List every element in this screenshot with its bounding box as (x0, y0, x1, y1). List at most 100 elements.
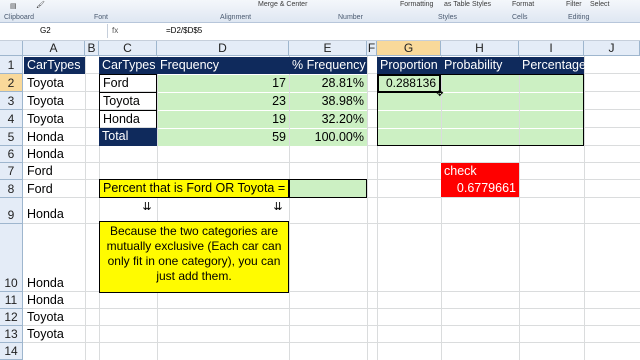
prob-cell[interactable] (378, 129, 441, 146)
prob-cell[interactable] (378, 111, 441, 128)
prob-cell[interactable] (378, 93, 441, 110)
col-header-i[interactable]: I (519, 41, 584, 56)
col-header-g[interactable]: G (377, 41, 441, 56)
row-header[interactable]: 2 (0, 74, 23, 92)
group-number: Number (338, 14, 363, 21)
row-header[interactable]: 3 (0, 92, 23, 110)
cell-a[interactable]: Toyota (24, 326, 85, 343)
gridline (23, 325, 640, 326)
conditional-formatting-button[interactable]: Formatting (400, 1, 433, 8)
explanation-note: Because the two categories are mutually … (99, 221, 289, 293)
prob-cell[interactable] (520, 75, 584, 92)
row-header[interactable]: 8 (0, 180, 23, 198)
group-alignment: Alignment (220, 14, 252, 21)
gridline (584, 56, 585, 360)
freq-total-count[interactable]: 59 (158, 129, 289, 146)
freq-total-label[interactable]: Total (99, 128, 157, 146)
format-as-table-button[interactable]: as Table (444, 1, 470, 8)
gridline (23, 342, 640, 343)
cell-a[interactable]: Toyota (24, 75, 85, 92)
row-header[interactable]: 13 (0, 326, 23, 343)
check-value[interactable]: 0.6779661 (441, 180, 519, 197)
cursor-icon: ✥ (436, 88, 444, 98)
prob-header-probability[interactable]: Probability (441, 57, 519, 74)
cell-a[interactable]: Toyota (24, 93, 85, 110)
cell-a[interactable]: Ford (24, 163, 85, 180)
group-font: Font (94, 14, 109, 21)
col-header-h[interactable]: H (441, 41, 519, 56)
prob-cell[interactable] (520, 129, 584, 146)
freq-header-pct[interactable]: % Frequency (289, 57, 367, 74)
row-header[interactable]: 9 (0, 198, 23, 224)
group-clipboard: Clipboard (4, 14, 34, 21)
row-header[interactable]: 12 (0, 309, 23, 326)
down-arrow-icon: ⇊ (142, 201, 152, 213)
clipboard-icon[interactable]: ▤ (10, 2, 17, 10)
question-cell[interactable]: Percent that is Ford OR Toyota = (99, 179, 289, 198)
format-button[interactable]: Format (512, 1, 534, 8)
row-header[interactable]: 6 (0, 146, 23, 163)
col-header-a[interactable]: A (23, 41, 85, 56)
col-header-b[interactable]: B (85, 41, 99, 56)
freq-total-pct[interactable]: 100.00% (290, 129, 367, 146)
gridline (23, 308, 640, 309)
cell-a[interactable]: Honda (24, 275, 85, 292)
group-styles: Styles (438, 14, 458, 21)
selected-cell-g2[interactable]: 0.288136 (377, 74, 441, 93)
cell-a1[interactable]: CarTypes (24, 57, 85, 74)
merge-center-button[interactable]: Merge & Center (258, 1, 307, 8)
prob-cell[interactable] (442, 129, 519, 146)
prob-cell[interactable] (520, 93, 584, 110)
format-painter-icon[interactable]: 🖌 (36, 1, 45, 9)
prob-header-percentage[interactable]: Percentage (519, 57, 586, 74)
col-header-e[interactable]: E (289, 41, 367, 56)
freq-count-cell[interactable]: 19 (158, 111, 289, 128)
prob-cell[interactable] (442, 93, 519, 110)
answer-cell[interactable] (289, 179, 367, 198)
cell-a[interactable]: Honda (24, 146, 85, 163)
freq-count-cell[interactable]: 23 (158, 93, 289, 110)
gridline (85, 56, 86, 360)
prob-cell[interactable] (520, 111, 584, 128)
formula-input[interactable]: =D2/$D$5 (166, 24, 202, 38)
cell-a[interactable]: Honda (24, 206, 85, 223)
freq-pct-cell[interactable]: 38.98% (290, 93, 367, 110)
row-header[interactable]: 14 (0, 343, 23, 360)
check-label[interactable]: check (441, 163, 519, 180)
select-all-corner[interactable] (0, 41, 23, 56)
freq-header-frequency[interactable]: Frequency (157, 57, 289, 74)
cell-styles-button[interactable]: Styles (472, 1, 491, 8)
row-header[interactable]: 7 (0, 163, 23, 180)
prob-header-proportion[interactable]: Proportion (377, 57, 441, 74)
cell-a[interactable]: Honda (24, 292, 85, 309)
freq-type-cell[interactable]: Ford (99, 74, 157, 93)
cell-a[interactable]: Toyota (24, 111, 85, 128)
freq-count-cell[interactable]: 17 (158, 75, 289, 92)
group-editing: Editing (568, 14, 590, 21)
row-header[interactable]: 5 (0, 128, 23, 146)
freq-pct-cell[interactable]: 28.81% (290, 75, 367, 92)
cell-a[interactable]: Honda (24, 129, 85, 146)
freq-type-cell[interactable]: Honda (99, 110, 157, 129)
col-header-d[interactable]: D (157, 41, 289, 56)
row-header[interactable]: 10 (0, 224, 23, 292)
prob-cell[interactable] (442, 111, 519, 128)
col-header-j[interactable]: J (584, 41, 640, 56)
cell-a[interactable]: Toyota (24, 309, 85, 326)
fx-icon[interactable]: fx (112, 24, 152, 38)
row-header[interactable]: 4 (0, 110, 23, 128)
row-header[interactable]: 1 (0, 56, 23, 74)
row-header[interactable]: 11 (0, 292, 23, 309)
freq-type-cell[interactable]: Toyota (99, 92, 157, 111)
freq-pct-cell[interactable]: 32.20% (290, 111, 367, 128)
filter-button[interactable]: Filter (566, 1, 582, 8)
col-header-c[interactable]: C (99, 41, 157, 56)
col-header-f[interactable]: F (367, 41, 377, 56)
prob-cell[interactable] (442, 75, 519, 92)
freq-header-cartypes[interactable]: CarTypes (99, 57, 157, 74)
name-box[interactable]: G2 (0, 24, 108, 38)
explanation-text: Because the two categories are mutually … (106, 224, 282, 283)
select-button[interactable]: Select (590, 1, 609, 8)
formula-bar: G2 fx =D2/$D$5 (0, 23, 640, 41)
cell-a[interactable]: Ford (24, 181, 85, 198)
